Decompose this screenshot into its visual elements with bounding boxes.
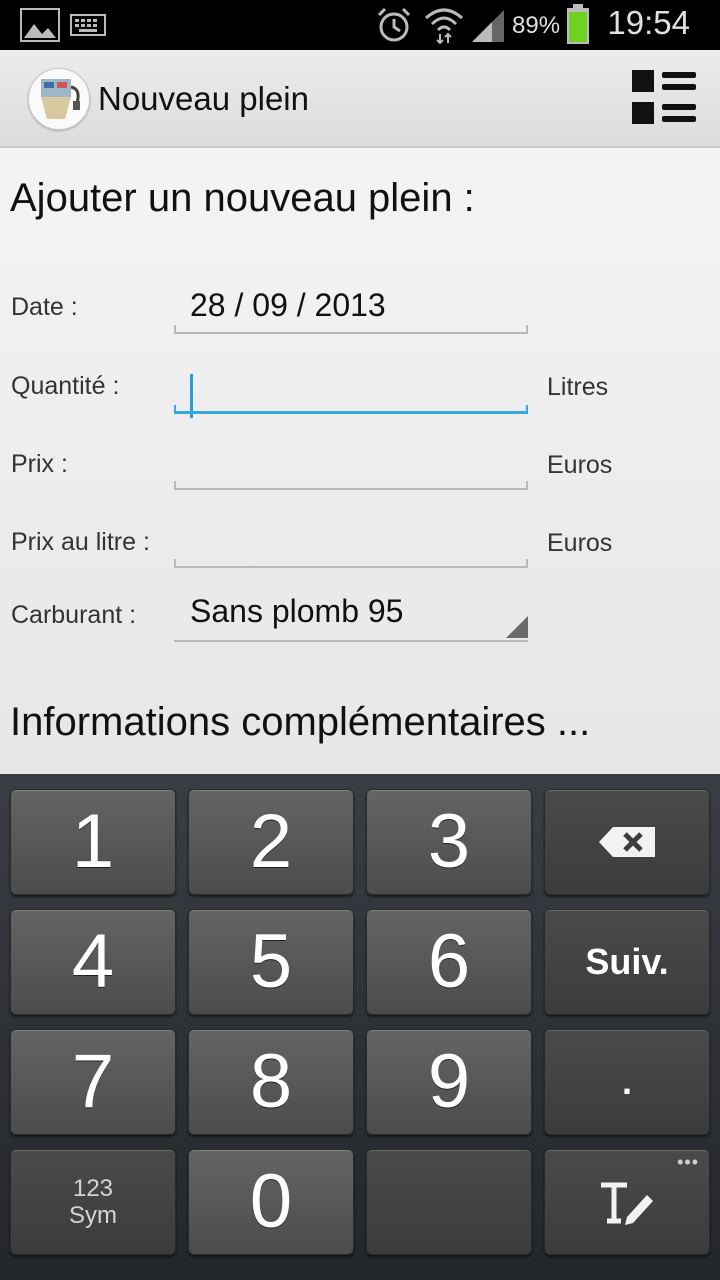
dropdown-arrow-icon <box>506 616 528 638</box>
signal-icon <box>472 10 504 42</box>
form-content: Ajouter un nouveau plein : Date : 28 / 0… <box>0 148 720 773</box>
empty-key[interactable] <box>366 1149 532 1255</box>
form-heading: Ajouter un nouveau plein : <box>10 176 475 220</box>
key-2[interactable]: 2 <box>188 789 354 895</box>
wifi-icon <box>425 8 463 44</box>
price-input[interactable] <box>174 450 528 490</box>
key-6[interactable]: 6 <box>366 909 532 1015</box>
price-per-litre-unit: Euros <box>547 529 613 557</box>
keyboard-notification-icon <box>70 14 106 36</box>
next-key[interactable]: Suiv. <box>544 909 710 1015</box>
quantity-label: Quantité : <box>11 372 120 400</box>
key-1[interactable]: 1 <box>10 789 176 895</box>
quantity-unit: Litres <box>547 373 609 401</box>
price-label: Prix : <box>11 450 68 478</box>
gallery-notification-icon <box>20 8 60 42</box>
key-7[interactable]: 7 <box>10 1029 176 1135</box>
alarm-icon <box>377 7 411 42</box>
battery-icon <box>567 4 589 44</box>
status-bar: 89% 19:54 <box>0 0 720 50</box>
period-key[interactable]: . <box>544 1029 710 1135</box>
fuel-label: Carburant : <box>11 601 137 629</box>
backspace-icon <box>599 827 655 857</box>
app-logo-icon[interactable] <box>28 68 90 130</box>
more-info-heading[interactable]: Informations complémentaires ... <box>10 700 590 745</box>
key-4[interactable]: 4 <box>10 909 176 1015</box>
more-options-indicator: ••• <box>677 1152 699 1172</box>
key-8[interactable]: 8 <box>188 1029 354 1135</box>
fuel-spinner[interactable]: Sans plomb 95 <box>174 593 528 642</box>
backspace-key[interactable] <box>544 789 710 895</box>
date-field[interactable]: 28 / 09 / 2013 <box>174 287 528 334</box>
key-3[interactable]: 3 <box>366 789 532 895</box>
date-label: Date : <box>11 293 78 321</box>
handwriting-icon <box>601 1182 653 1225</box>
battery-percent: 89% <box>512 12 561 39</box>
list-menu-icon[interactable] <box>626 64 702 134</box>
key-9[interactable]: 9 <box>366 1029 532 1135</box>
price-per-litre-input[interactable] <box>174 528 528 568</box>
fuel-selected: Sans plomb 95 <box>190 593 404 629</box>
action-bar: Nouveau plein <box>0 50 720 148</box>
key-0[interactable]: 0 <box>188 1149 354 1255</box>
page-title: Nouveau plein <box>98 80 309 117</box>
symbols-key[interactable]: 123 Sym <box>10 1149 176 1255</box>
date-value: 28 / 09 / 2013 <box>190 287 386 323</box>
clock: 19:54 <box>607 4 690 41</box>
quantity-input[interactable] <box>174 372 528 418</box>
price-per-litre-label: Prix au litre : <box>11 528 150 556</box>
key-5[interactable]: 5 <box>188 909 354 1015</box>
text-input-mode-key[interactable]: ••• <box>544 1149 710 1255</box>
price-unit: Euros <box>547 451 613 479</box>
numeric-keyboard: 1 2 3 4 5 6 Suiv. 7 8 9 . 123 Sym 0 ••• <box>0 774 720 1280</box>
